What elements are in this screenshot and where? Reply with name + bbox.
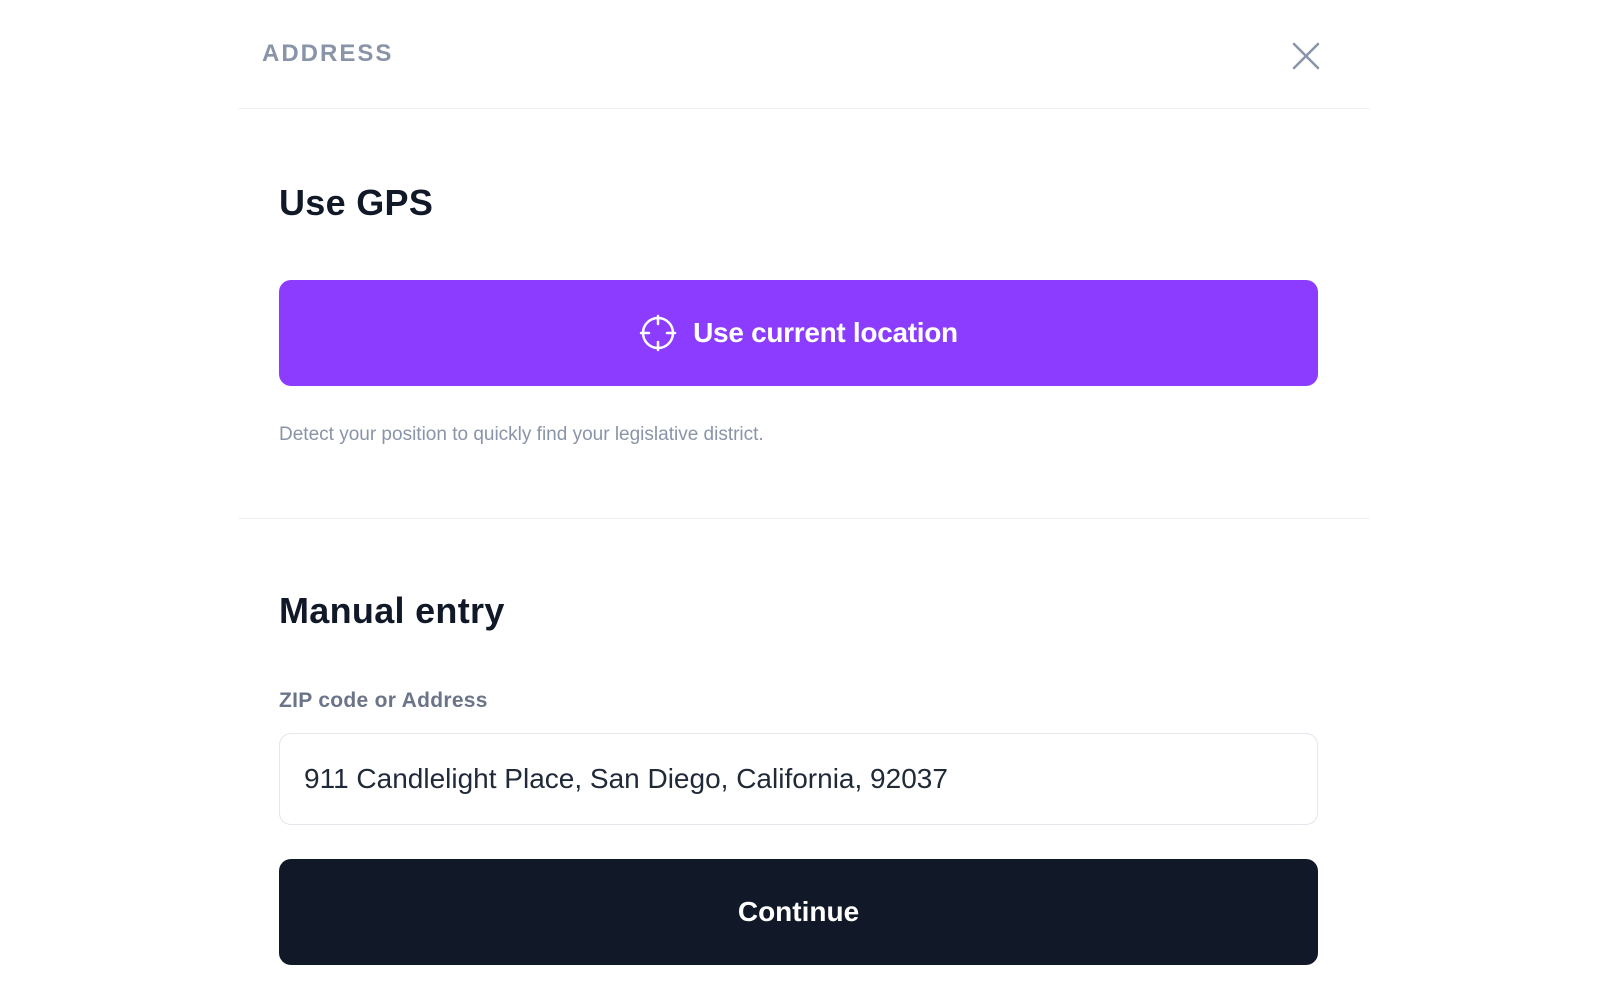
address-input[interactable] xyxy=(279,733,1318,825)
close-button[interactable] xyxy=(1286,36,1326,76)
manual-entry-section: Manual entry ZIP code or Address Continu… xyxy=(238,519,1370,1000)
gps-help-text: Detect your position to quickly find you… xyxy=(279,424,764,445)
modal-title: ADDRESS xyxy=(262,40,394,67)
use-current-location-button[interactable]: Use current location xyxy=(279,280,1318,386)
manual-entry-title: Manual entry xyxy=(279,590,505,631)
address-modal: ADDRESS Use GPS Use current location Det… xyxy=(238,0,1370,1000)
crosshair-icon xyxy=(639,314,677,352)
gps-section: Use GPS Use current location Detect your… xyxy=(238,109,1370,519)
close-icon xyxy=(1292,42,1320,70)
use-current-location-label: Use current location xyxy=(693,317,958,348)
address-field-label: ZIP code or Address xyxy=(279,689,488,712)
continue-button[interactable]: Continue xyxy=(279,859,1318,965)
gps-section-title: Use GPS xyxy=(279,182,434,223)
modal-header: ADDRESS xyxy=(238,0,1370,109)
